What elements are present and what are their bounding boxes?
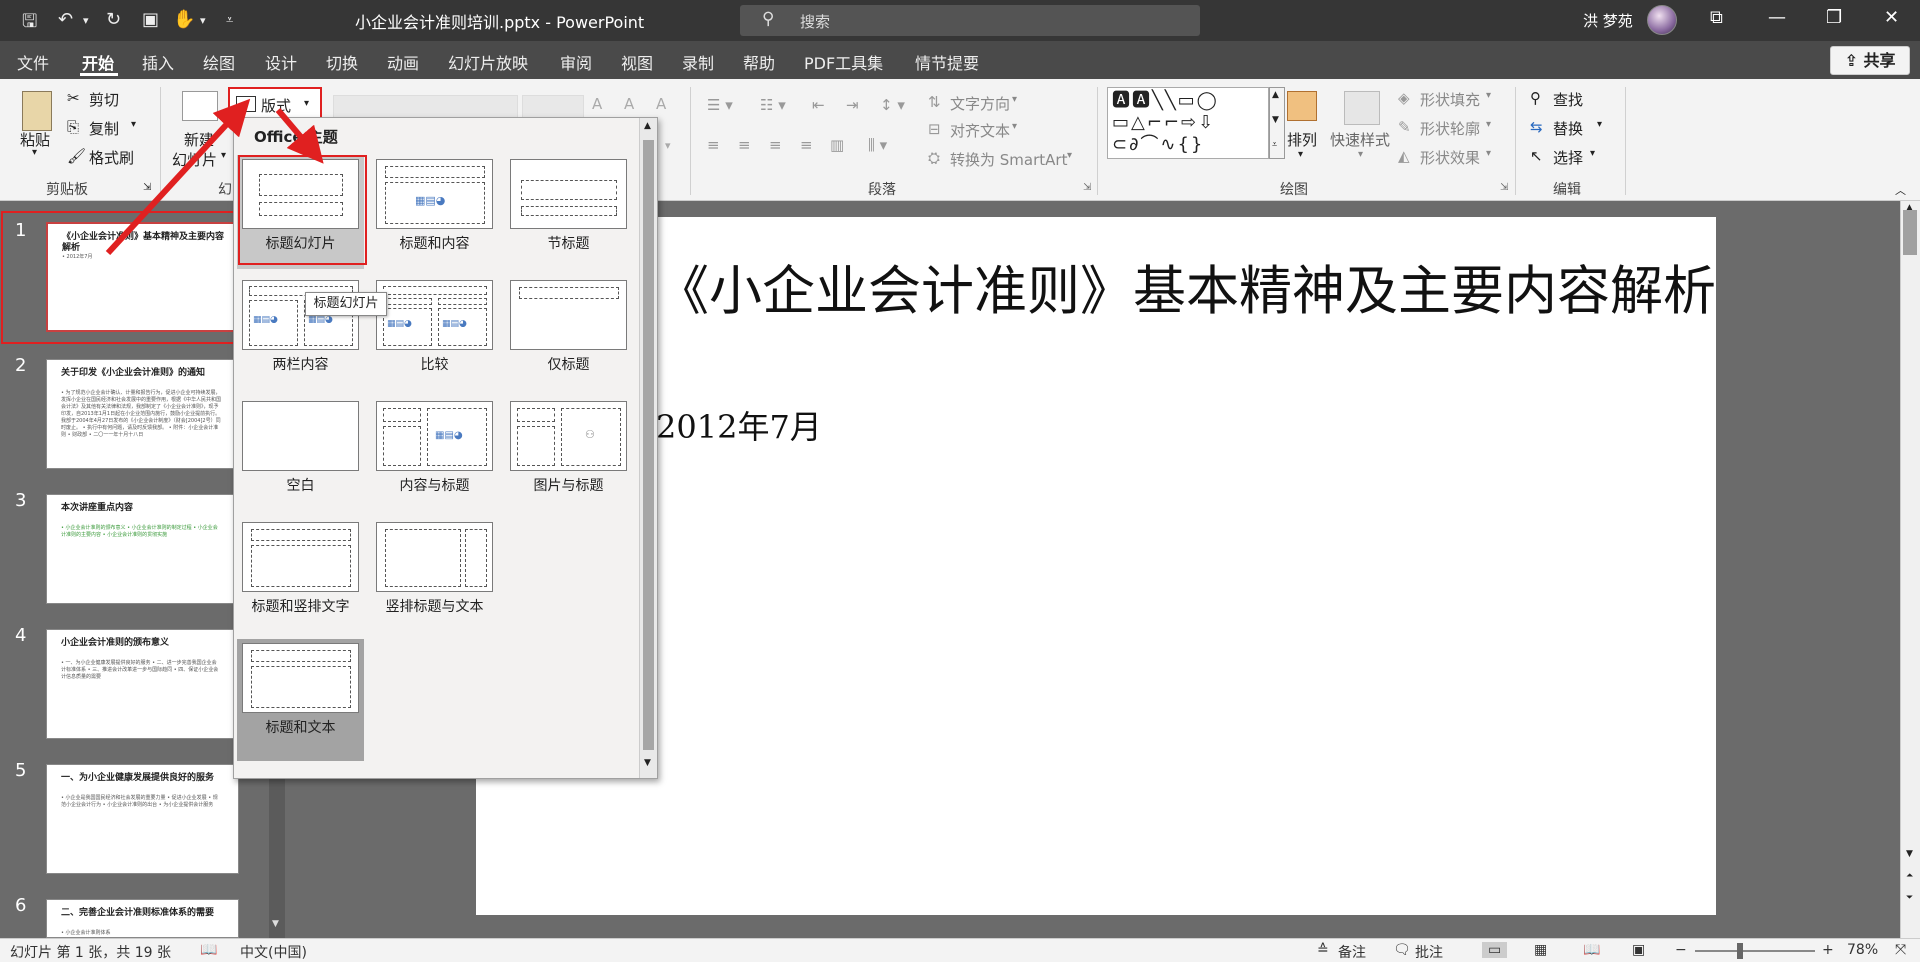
- zoom-slider-track[interactable]: [1695, 950, 1815, 952]
- normal-view-icon[interactable]: ▭: [1482, 942, 1508, 958]
- notes-button[interactable]: 备注: [1338, 942, 1366, 962]
- reading-view-icon[interactable]: 📖: [1583, 942, 1600, 958]
- zoom-out-icon[interactable]: −: [1675, 942, 1687, 958]
- accessibility-icon[interactable]: 📖: [200, 942, 217, 958]
- arrow-to-title-slide: [275, 108, 324, 164]
- notes-icon: ≙: [1317, 942, 1329, 958]
- fit-to-window-icon[interactable]: ⤧: [1895, 942, 1906, 958]
- status-bar: 幻灯片 第 1 张，共 19 张 📖 中文(中国) ≙ 备注 🗨 批注 ▭ ▦ …: [0, 938, 1920, 962]
- comments-button[interactable]: 批注: [1415, 942, 1443, 962]
- zoom-in-icon[interactable]: +: [1822, 942, 1834, 958]
- arrow-to-layout-button: [105, 98, 251, 256]
- annotation-arrows: [105, 98, 324, 256]
- slide-sorter-icon[interactable]: ▦: [1534, 942, 1547, 958]
- slide-count[interactable]: 幻灯片 第 1 张，共 19 张: [10, 942, 171, 962]
- zoom-level[interactable]: 78%: [1847, 942, 1878, 958]
- zoom-slider-handle[interactable]: [1737, 943, 1743, 959]
- comments-icon: 🗨: [1393, 942, 1411, 958]
- language-indicator[interactable]: 中文(中国): [240, 942, 307, 962]
- slideshow-view-icon[interactable]: ▣: [1632, 942, 1645, 958]
